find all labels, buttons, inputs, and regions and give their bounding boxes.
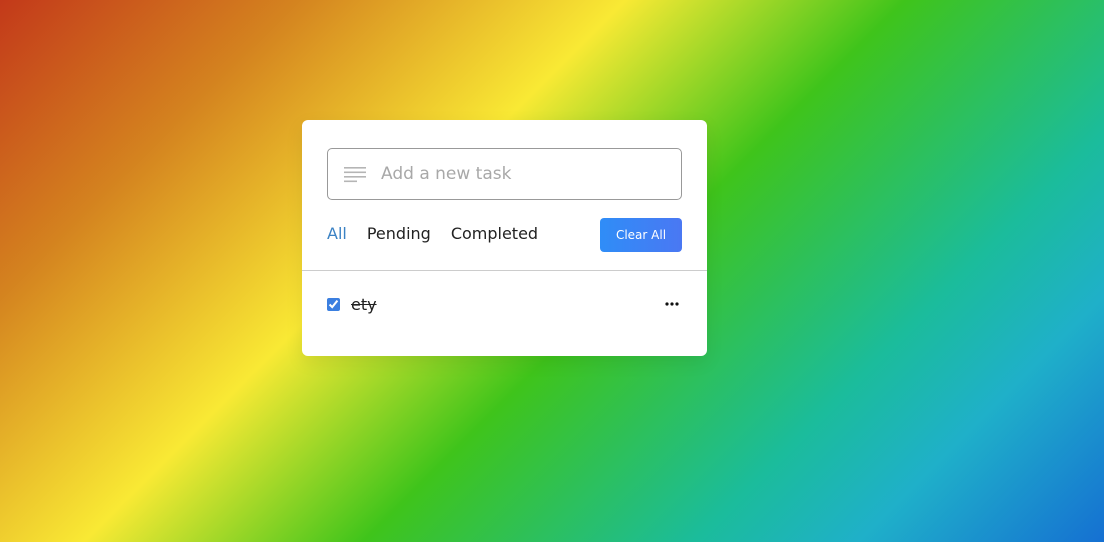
clear-all-button[interactable]: Clear All	[600, 218, 682, 252]
divider	[302, 270, 707, 271]
filter-pending[interactable]: Pending	[367, 224, 431, 243]
task-item: ety	[327, 292, 682, 316]
task-label: ety	[351, 294, 377, 314]
task-checkbox[interactable]	[327, 297, 340, 311]
filter-tabs: All Pending Completed	[327, 224, 538, 243]
task-input[interactable]	[381, 149, 671, 199]
more-icon[interactable]	[662, 294, 682, 314]
filter-all[interactable]: All	[327, 224, 347, 243]
task-list: ety	[327, 292, 682, 316]
task-input-wrapper	[327, 148, 682, 200]
list-icon	[344, 167, 366, 183]
filter-completed[interactable]: Completed	[451, 224, 538, 243]
todo-card: All Pending Completed Clear All ety	[302, 120, 707, 356]
